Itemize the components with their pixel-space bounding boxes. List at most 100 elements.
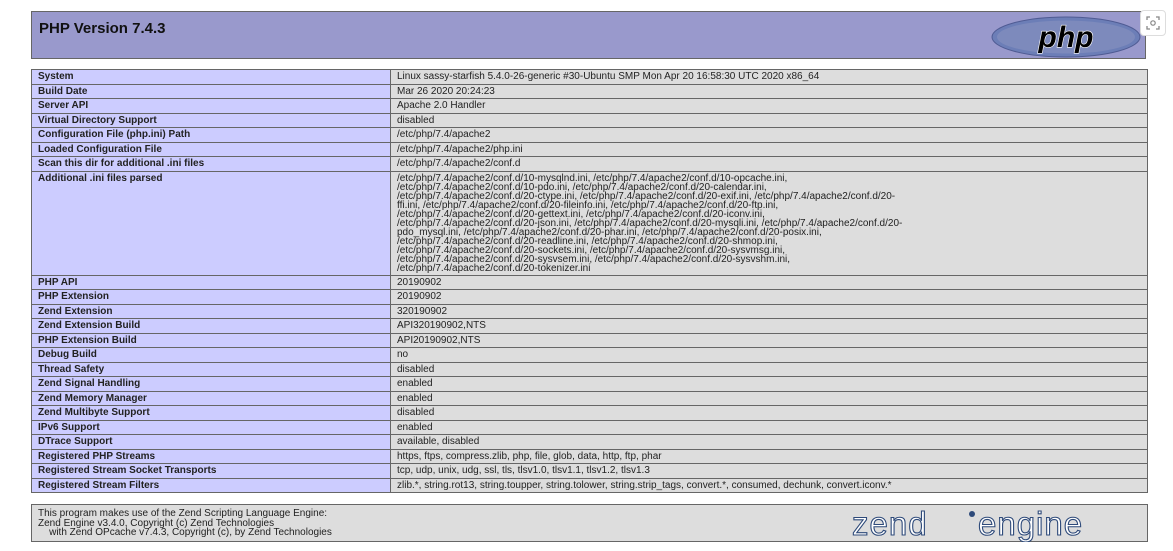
row-value: 320190902 [390,303,1148,319]
row-label: PHP API [31,274,391,290]
screen-capture-button[interactable] [1140,10,1166,36]
row-label: PHP Extension [31,289,391,305]
table-row: Zend Extension Build API320190902,NTS [31,318,1148,334]
table-row: PHP API 20190902 [31,274,1148,290]
table-row: Debug Build no [31,347,1148,363]
row-label: Zend Signal Handling [31,376,391,392]
table-row: Zend Extension 320190902 [31,303,1148,319]
php-info-table: System Linux sassy-starfish 5.4.0-26-gene… [31,69,1148,493]
zend-logo-word: zend [852,506,928,542]
row-value: disabled [390,361,1148,377]
svg-text:engine: engine [978,506,1083,542]
table-row: Zend Signal Handling enabled [31,376,1148,392]
row-value-line: 20190902 [397,291,442,302]
row-label: Zend Extension [31,303,391,319]
php-logo-text: php [1038,21,1094,54]
row-value: zlib.*, string.rot13, string.toupper, st… [390,477,1148,493]
table-row: Registered Stream Socket Transports tcp, … [31,463,1148,479]
row-value: API320190902,NTS [390,318,1148,334]
screen-capture-icon [1146,16,1160,30]
row-label: Zend Extension Build [31,318,391,334]
row-value-line: zlib.*, string.rot13, string.toupper, st… [397,479,892,491]
table-row: System Linux sassy-starfish 5.4.0-26-gene… [31,69,1148,85]
row-value: Mar 26 2020 20:24:23 [390,83,1148,99]
row-value-line: enabled [397,392,433,404]
row-value-line: API20190902,NTS [397,334,481,346]
table-row: Loaded Configuration File/etc/php/7.4/ap… [31,141,1148,157]
table-row: IPv6 Support enabled [31,419,1148,435]
row-value-line: enabled [397,421,433,433]
row-value-line: 320190902 [397,305,448,317]
svg-text:zend: zend [852,506,928,542]
page-title: PHP Version 7.4.3 [39,20,166,37]
row-label: Scan this dir for additional .ini files [31,156,391,172]
row-value-line: 20190902 [397,276,442,288]
footer-line: with Zend OPcache v7.4.3, Copyright (c),… [38,527,332,538]
row-label: Registered Stream Filters [31,477,391,493]
row-value: API20190902,NTS [390,332,1148,348]
zend-engine-notice: This program makes use of the Zend Scrip… [38,509,332,538]
row-value: enabled [390,376,1148,392]
table-row: Registered PHP Streams https, ftps, compr… [31,448,1148,464]
table-row: Zend Memory Manager enabled [31,390,1148,406]
table-row: Configuration File (php.ini) Path/etc/ph… [31,127,1148,143]
row-value-line: disabled [397,114,435,126]
row-value-line: tcp, udp, unix, udg, ssl, tls, tlsv1.0, … [397,465,650,476]
row-value: https, ftps, compress.zlib, php, file, g… [390,448,1148,464]
table-row: Build Date Mar 26 2020 20:24:23 [31,83,1148,99]
row-label: Thread Safety [31,361,391,377]
row-value: Apache 2.0 Handler [390,98,1148,114]
engine-logo-word: engine [978,506,1083,542]
table-row: PHP Extension Build API20190902,NTS [31,332,1148,348]
row-label: Configuration File (php.ini) Path [31,127,391,143]
row-label: Build Date [31,83,391,99]
php-version-header: PHP Version 7.4.3 php [31,11,1146,59]
table-row: Additional .ini files parsed/etc/php/7.4… [31,170,1148,276]
table-row: PHP Extension 20190902 [31,289,1148,305]
row-value-line: API320190902,NTS [397,320,486,331]
row-label: System [31,69,391,85]
row-value: no [390,347,1148,363]
zend-engine-logo[interactable]: zend engine [842,506,1142,542]
row-value: enabled [390,419,1148,435]
row-value-line: /etc/php/7.4/apache2/conf.d [397,158,521,169]
row-value: /etc/php/7.4/apache2/conf.d [390,156,1148,172]
row-value-line: disabled [397,363,435,375]
row-value-line: /etc/php/7.4/apache2/php.ini [397,143,523,155]
table-row: Registered Stream Filters zlib.*, string.… [31,477,1148,493]
row-label: Debug Build [31,347,391,363]
row-label: Virtual Directory Support [31,112,391,128]
row-value: Linux sassy-starfish 5.4.0-26-generic #3… [390,69,1148,85]
table-row: Zend Multibyte Support disabled [31,405,1148,421]
row-value-line: Apache 2.0 Handler [397,100,486,111]
row-value: enabled [390,390,1148,406]
row-value-line: /etc/php/7.4/apache2 [397,129,491,140]
row-label: Server API [31,98,391,114]
row-value: /etc/php/7.4/apache2/php.ini [390,141,1148,157]
row-value-line: /etc/php/7.4/apache2/conf.d/20-tokenizer… [397,262,591,274]
row-label: Zend Memory Manager [31,390,391,406]
row-label: Loaded Configuration File [31,141,391,157]
table-row: Virtual Directory Support disabled [31,112,1148,128]
row-value: /etc/php/7.4/apache2/conf.d/10-mysqlnd.i… [390,170,1148,276]
php-logo[interactable]: php [991,16,1141,58]
row-label: IPv6 Support [31,419,391,435]
table-row: Server API Apache 2.0 Handler [31,98,1148,114]
table-row: Scan this dir for additional .ini files /… [31,156,1148,172]
table-row: Thread Safety disabled [31,361,1148,377]
row-value: 20190902 [390,274,1148,290]
row-value-line: Mar 26 2020 20:24:23 [397,85,495,97]
row-value: disabled [390,112,1148,128]
row-value-line: no [397,349,409,360]
row-label: DTrace Support [31,434,391,450]
row-value: /etc/php/7.4/apache2 [390,127,1148,143]
row-label: Registered Stream Socket Transports [31,463,391,479]
row-value: tcp, udp, unix, udg, ssl, tls, tlsv1.0, … [390,463,1148,479]
row-value: disabled [390,405,1148,421]
row-value: available, disabled [390,434,1148,450]
zend-engine-footer: This program makes use of the Zend Scrip… [31,504,1148,542]
row-value-line: Linux sassy-starfish 5.4.0-26-generic #3… [397,71,820,82]
row-value: 20190902 [390,289,1148,305]
row-label: Additional .ini files parsed [31,170,391,276]
row-label: Registered PHP Streams [31,448,391,464]
